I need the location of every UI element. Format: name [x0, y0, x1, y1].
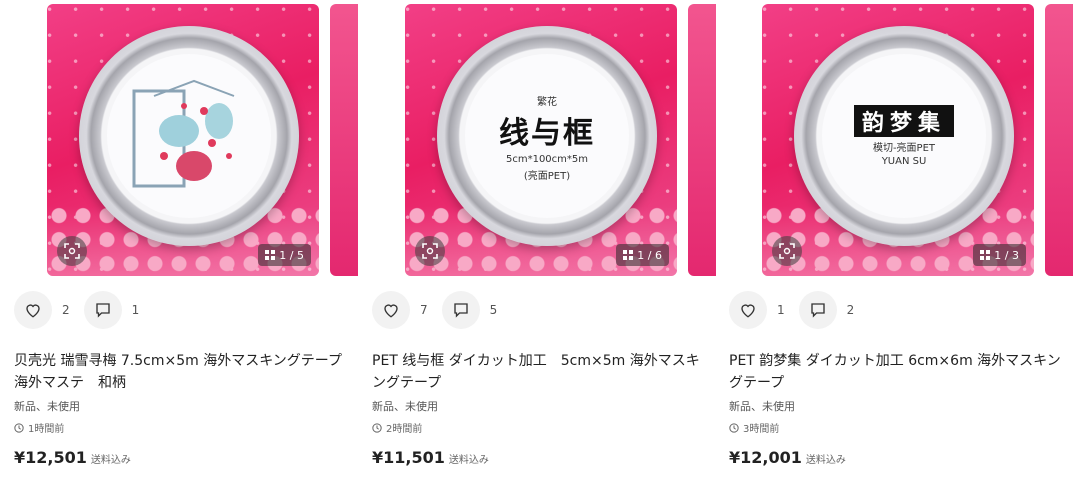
product-card[interactable]: 韵梦集 模切-亮面PET YUAN SU 1 / 3 1 2 PET 韵梦集 ダ… [729, 0, 1073, 478]
listed-time: 3時間前 [729, 420, 779, 435]
tape-label-main: 韵梦集 [853, 105, 954, 137]
visual-search-button[interactable] [415, 236, 445, 266]
clock-icon [729, 422, 739, 433]
product-card[interactable]: 1 / 5 2 1 贝壳光 瑞雪寻梅 7.5cm×5m 海外マスキングテープ 海… [14, 0, 358, 478]
listed-time: 1時間前 [14, 420, 64, 435]
photo-counter-text: 1 / 3 [994, 248, 1019, 262]
tape-artwork [107, 54, 271, 218]
product-grid: 1 / 5 2 1 贝壳光 瑞雪寻梅 7.5cm×5m 海外マスキングテープ 海… [0, 0, 1080, 478]
scan-icon [64, 243, 80, 259]
comment-count: 1 [131, 303, 140, 317]
comment-count: 2 [846, 303, 855, 317]
gallery-icon [623, 250, 634, 260]
like-button[interactable] [14, 291, 52, 329]
tape-roll: 韵梦集 模切-亮面PET YUAN SU [794, 26, 1014, 246]
next-photo-peek[interactable] [330, 4, 358, 276]
listed-time-text: 3時間前 [743, 424, 780, 435]
comment-icon [453, 303, 468, 318]
item-condition: 新品、未使用 [372, 400, 438, 413]
tape-artwork: 繁花 线与框 5cm*100cm*5m (亮面PET) [465, 54, 629, 218]
comment-button[interactable] [83, 291, 122, 329]
card-actions: 1 2 [729, 291, 868, 329]
tape-label-size: 5cm*100cm*5m [505, 153, 589, 165]
like-count: 2 [62, 303, 70, 317]
gallery-icon [265, 250, 276, 260]
product-card[interactable]: 繁花 线与框 5cm*100cm*5m (亮面PET) 1 / 6 7 5 PE… [372, 0, 716, 478]
price-block: ¥12,501 送料込み [14, 448, 131, 467]
photo-counter-text: 1 / 5 [279, 248, 304, 262]
tape-roll [79, 26, 299, 246]
like-count: 7 [420, 303, 428, 317]
product-title[interactable]: PET 韵梦集 ダイカット加工 6cm×6m 海外マスキングテープ [729, 350, 1069, 394]
image-carousel[interactable]: 繁花 线与框 5cm*100cm*5m (亮面PET) 1 / 6 [405, 4, 716, 276]
next-photo-peek[interactable] [688, 4, 716, 276]
price: ¥12,501 [14, 448, 87, 467]
visual-search-button[interactable] [57, 236, 87, 266]
product-title[interactable]: PET 线与框 ダイカット加工 5cm×5m 海外マスキングテープ [372, 350, 712, 394]
shipping-note: 送料込み [90, 455, 131, 466]
listed-time-text: 2時間前 [386, 424, 423, 435]
image-carousel[interactable]: 1 / 5 [47, 4, 358, 276]
product-photo[interactable]: 1 / 5 [47, 4, 319, 276]
card-actions: 7 5 [372, 291, 511, 329]
heart-icon [741, 304, 755, 318]
heart-icon [26, 304, 40, 318]
clock-icon [14, 422, 24, 433]
price: ¥11,501 [372, 448, 445, 467]
clock-icon [372, 422, 382, 433]
price: ¥12,001 [729, 448, 802, 467]
listed-time-text: 1時間前 [28, 424, 65, 435]
scan-icon [779, 243, 795, 259]
comment-button[interactable] [441, 291, 480, 329]
like-count: 1 [777, 303, 785, 317]
image-carousel[interactable]: 韵梦集 模切-亮面PET YUAN SU 1 / 3 [762, 4, 1073, 276]
shipping-note: 送料込み [805, 455, 846, 466]
tape-roll: 繁花 线与框 5cm*100cm*5m (亮面PET) [437, 26, 657, 246]
item-condition: 新品、未使用 [729, 400, 795, 413]
shipping-note: 送料込み [448, 455, 489, 466]
like-button[interactable] [729, 291, 767, 329]
tape-artwork: 韵梦集 模切-亮面PET YUAN SU [822, 54, 986, 218]
listed-time: 2時間前 [372, 420, 422, 435]
lantern-art-icon [132, 79, 235, 188]
tape-label-top: 繁花 [537, 96, 557, 108]
tape-label-sub: 模切-亮面PET [872, 143, 936, 154]
photo-counter: 1 / 5 [258, 244, 311, 266]
tape-label-brand: YUAN SU [881, 156, 927, 167]
comment-count: 5 [489, 303, 498, 317]
comment-button[interactable] [798, 291, 837, 329]
product-photo[interactable]: 韵梦集 模切-亮面PET YUAN SU 1 / 3 [762, 4, 1034, 276]
card-actions: 2 1 [14, 291, 153, 329]
photo-counter: 1 / 6 [616, 244, 669, 266]
scan-icon [422, 243, 438, 259]
visual-search-button[interactable] [772, 236, 802, 266]
item-condition: 新品、未使用 [14, 400, 80, 413]
like-button[interactable] [372, 291, 410, 329]
tape-label-main: 线与框 [499, 115, 595, 151]
next-photo-peek[interactable] [1045, 4, 1073, 276]
photo-counter: 1 / 3 [973, 244, 1026, 266]
tape-label-finish: (亮面PET) [523, 170, 571, 182]
price-block: ¥12,001 送料込み [729, 448, 846, 467]
comment-icon [95, 303, 110, 318]
photo-counter-text: 1 / 6 [637, 248, 662, 262]
comment-icon [810, 303, 825, 318]
product-photo[interactable]: 繁花 线与框 5cm*100cm*5m (亮面PET) 1 / 6 [405, 4, 677, 276]
price-block: ¥11,501 送料込み [372, 448, 489, 467]
heart-icon [384, 304, 398, 318]
product-title[interactable]: 贝壳光 瑞雪寻梅 7.5cm×5m 海外マスキングテープ 海外マステ 和柄 [14, 350, 356, 394]
gallery-icon [980, 250, 991, 260]
